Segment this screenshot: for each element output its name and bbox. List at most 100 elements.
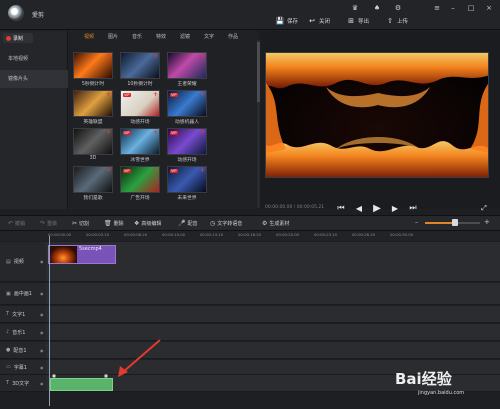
close-icon[interactable]: × xyxy=(484,3,494,13)
save-button[interactable]: 💾 保存 xyxy=(276,16,298,26)
generate-material-button[interactable]: ⚙ 生成素材 xyxy=(262,219,289,228)
add-icon[interactable]: + xyxy=(106,129,111,136)
redo-button[interactable]: ↷ 重做 xyxy=(40,219,57,228)
visibility-icon[interactable]: ◉ xyxy=(40,259,44,264)
playhead[interactable] xyxy=(49,236,50,406)
bell-icon[interactable]: ♠ xyxy=(372,3,382,13)
add-icon[interactable]: + xyxy=(200,53,205,60)
dub-button[interactable]: 🎤 配音 xyxy=(178,219,198,228)
asset-thumbnail[interactable]: + xyxy=(73,166,113,193)
vip-badge: VIP xyxy=(123,93,131,97)
minimize-icon[interactable]: – xyxy=(448,3,458,13)
add-icon[interactable]: + xyxy=(153,129,158,136)
cut-button[interactable]: ✂ 切割 xyxy=(72,219,89,228)
category-intro-templates[interactable]: 镜像片头 xyxy=(0,70,68,88)
add-icon[interactable]: + xyxy=(106,53,111,60)
maximize-icon[interactable]: □ xyxy=(466,3,476,13)
track-label: 视频 xyxy=(13,259,24,265)
crown-icon[interactable]: ♛ xyxy=(350,3,360,13)
track-label: 字幕1 xyxy=(13,364,27,371)
close-project-button[interactable]: ↩ 关闭 xyxy=(308,16,330,26)
asset-thumbnail[interactable]: VIP + xyxy=(167,128,207,155)
tab-effects[interactable]: 特效 xyxy=(156,33,166,40)
zoom-in-icon[interactable]: + xyxy=(484,218,490,226)
export-button[interactable]: ⊞ 导出 xyxy=(347,16,369,26)
asset-label: 动感机器人 xyxy=(175,120,199,125)
visibility-icon[interactable]: ◉ xyxy=(40,312,44,317)
tab-music[interactable]: 音乐 xyxy=(132,33,142,40)
add-icon[interactable]: + xyxy=(200,91,205,98)
tab-works[interactable]: 作品 xyxy=(228,33,238,40)
tts-button[interactable]: ◷ 文字转语音 xyxy=(210,219,242,228)
ruler-tick-label: 00:00:13.10 xyxy=(200,232,224,237)
asset-thumbnail[interactable]: VIP + xyxy=(167,90,207,117)
asset-thumbnail[interactable]: + xyxy=(73,90,113,117)
add-icon[interactable]: + xyxy=(106,167,111,174)
step-forward-icon[interactable]: ▶ xyxy=(389,202,401,214)
advanced-edit-button[interactable]: ❖ 高级编辑 xyxy=(134,219,161,228)
video-preview[interactable] xyxy=(265,52,489,178)
step-back-icon[interactable]: ◀ xyxy=(353,202,365,214)
visibility-icon[interactable]: ◉ xyxy=(40,348,44,353)
undo-button[interactable]: ↶ 撤销 xyxy=(8,219,25,228)
asset-thumbnail[interactable]: + xyxy=(73,52,113,79)
menu-icon[interactable]: ≡ xyxy=(432,3,442,13)
tts-icon: ◷ xyxy=(210,220,216,227)
add-icon[interactable]: + xyxy=(106,91,111,98)
track-header[interactable]: ▣ 画中画1 ◉ xyxy=(0,283,46,305)
add-icon[interactable]: + xyxy=(200,129,205,136)
add-icon[interactable]: + xyxy=(153,53,158,60)
fullscreen-icon[interactable]: ⤢ xyxy=(478,202,490,214)
skip-back-icon[interactable]: ⏮ xyxy=(335,202,347,214)
visibility-icon[interactable]: ◉ xyxy=(40,381,44,386)
asset-thumbnail[interactable]: + xyxy=(167,52,207,79)
asset-thumbnail[interactable]: VIP + xyxy=(167,166,207,193)
clip-end-handle[interactable] xyxy=(104,374,108,378)
tab-video[interactable]: 视频 xyxy=(84,33,94,40)
zoom-slider-handle[interactable] xyxy=(452,219,458,226)
track-header[interactable]: T 文字1 ◉ xyxy=(0,306,46,323)
track-lane[interactable] xyxy=(46,324,500,341)
asset-label: 我们是歌 xyxy=(83,196,103,201)
asset-label: 冰雪世界 xyxy=(130,158,150,163)
asset-thumbnail[interactable]: + xyxy=(120,52,160,79)
add-icon[interactable]: + xyxy=(153,91,158,98)
track-header[interactable]: ● 配音1 ◉ xyxy=(0,342,46,359)
text3d-clip[interactable] xyxy=(50,378,113,391)
upload-button[interactable]: ⇧ 上传 xyxy=(386,16,408,26)
delete-button[interactable]: 🗑 删除 xyxy=(104,219,124,228)
track-lane[interactable] xyxy=(46,342,500,359)
visibility-icon[interactable]: ◉ xyxy=(40,291,44,296)
visibility-icon[interactable]: ◉ xyxy=(40,365,44,370)
fire-frame-image xyxy=(266,53,488,177)
advanced-edit-icon: ❖ xyxy=(134,220,140,227)
add-icon[interactable]: + xyxy=(153,167,158,174)
clip-start-handle[interactable] xyxy=(52,374,56,378)
vip-badge: VIP xyxy=(170,131,178,135)
track-header[interactable]: ▤ 视频 ◉ xyxy=(0,242,46,282)
settings-icon[interactable]: ⚙ xyxy=(393,3,403,13)
tab-image[interactable]: 图片 xyxy=(108,33,118,40)
track-header[interactable]: ▭ 字幕1 ◉ xyxy=(0,360,46,375)
asset-label: 10秒倒计时 xyxy=(127,82,153,87)
track-lane[interactable] xyxy=(46,283,500,305)
skip-forward-icon[interactable]: ⏭ xyxy=(407,202,419,214)
tab-text[interactable]: 文字 xyxy=(204,33,214,40)
asset-label: 英雄联盟 xyxy=(83,120,103,125)
track-header[interactable]: T 3D文字 ◉ xyxy=(0,375,46,392)
visibility-icon[interactable]: ◉ xyxy=(40,330,44,335)
track-lane[interactable] xyxy=(46,306,500,323)
asset-thumbnail[interactable]: + xyxy=(73,128,113,155)
record-button[interactable]: 录制 xyxy=(3,33,33,43)
asset-thumbnail[interactable]: VIP + xyxy=(120,166,160,193)
asset-thumbnail[interactable]: VIP + xyxy=(120,128,160,155)
vip-badge: VIP xyxy=(123,131,131,135)
category-local-video[interactable]: 本地视频 xyxy=(0,50,68,68)
zoom-out-icon[interactable]: – xyxy=(415,219,418,226)
track-header[interactable]: ♪ 音乐1 ◉ xyxy=(0,324,46,341)
tab-filters[interactable]: 滤镜 xyxy=(180,33,190,40)
asset-label: 动感开场 xyxy=(177,158,197,163)
asset-thumbnail[interactable]: VIP + xyxy=(120,90,160,117)
play-icon[interactable]: ▶ xyxy=(371,202,383,214)
add-icon[interactable]: + xyxy=(200,167,205,174)
